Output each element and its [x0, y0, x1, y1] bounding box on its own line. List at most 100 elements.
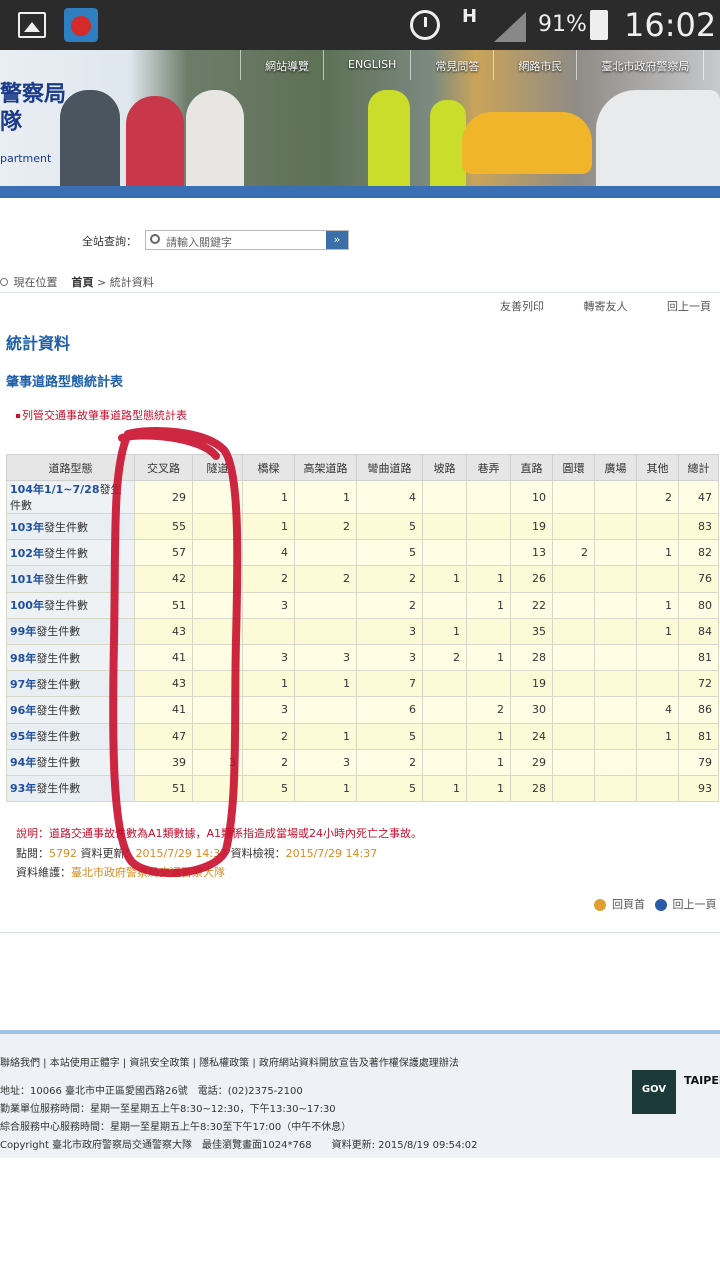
back-link[interactable]: 回上一頁 [667, 300, 711, 313]
year-link[interactable]: 94年 [10, 756, 36, 769]
statistics-link[interactable]: 列管交通事故肇事道路型態統計表 [16, 407, 187, 423]
table-cell [636, 748, 679, 776]
banner-photo-traffic-cop-2 [430, 100, 466, 186]
table-cell [552, 670, 595, 698]
table-cell: 1 [422, 617, 467, 645]
row-label-text: 發生件數 [36, 782, 81, 796]
table-cell: 2 [294, 512, 357, 541]
search-button[interactable]: » [326, 231, 348, 249]
nav-home[interactable]: 回首 [703, 50, 720, 80]
site-title-line2: 隊 [0, 110, 23, 135]
table-cell [552, 480, 595, 514]
table-cell: 2 [422, 643, 467, 672]
table-cell: 39 [134, 748, 193, 776]
year-link[interactable]: 104年1/1~7/28 [10, 483, 99, 496]
table-cell: 28 [510, 643, 553, 672]
table-cell [636, 512, 679, 541]
print-link[interactable]: 友善列印 [500, 300, 544, 313]
year-link[interactable]: 96年 [10, 704, 36, 717]
page-meta: 點閱：5792 資料更新：2015/7/29 14:37 資料檢視：2015/7… [16, 845, 377, 861]
checked-label: 資料檢視： [230, 847, 286, 860]
search-field[interactable]: 請輸入關鍵字 » [145, 230, 349, 250]
table-cell: 42 [134, 565, 193, 593]
row-label-text: 發生件數 [43, 599, 88, 613]
maintainer-unit[interactable]: 臺北市政府警察局交通警察大隊 [71, 866, 225, 879]
table-cell [636, 774, 679, 803]
table-cell: 1 [294, 722, 357, 750]
table-cell: 93 [678, 774, 719, 803]
table-cell: 1 [636, 539, 679, 567]
table-cell [636, 670, 679, 698]
table-cell: 2 [552, 539, 595, 567]
year-link[interactable]: 103年 [10, 521, 44, 534]
table-cell: 79 [678, 748, 719, 776]
footer-address: 地址：10066 臺北市中正區愛國西路26號 電話：(02)2375-2100 [0, 1086, 303, 1097]
table-cell: 2 [356, 565, 423, 593]
year-link[interactable]: 99年 [10, 625, 36, 638]
year-link[interactable]: 98年 [10, 652, 36, 665]
breadcrumb-home[interactable]: 首頁 [72, 276, 94, 289]
table-cell [422, 539, 467, 567]
table-cell [594, 591, 637, 619]
column-header: 巷弄 [466, 454, 511, 481]
table-cell [192, 512, 243, 541]
nav-faq[interactable]: 常見問答 [410, 50, 493, 80]
table-cell: 24 [510, 722, 553, 750]
table-cell [594, 539, 637, 567]
table-cell [594, 643, 637, 672]
column-header: 圓環 [552, 454, 595, 481]
search-input[interactable]: 請輸入關鍵字 [166, 234, 232, 250]
table-cell [552, 591, 595, 619]
table-cell: 13 [510, 539, 553, 567]
table-cell: 84 [678, 617, 719, 645]
table-cell [422, 670, 467, 698]
share-link[interactable]: 轉寄友人 [584, 300, 628, 313]
back-to-top-link[interactable]: 回頁首 [612, 898, 645, 911]
table-cell: 1 [466, 748, 511, 776]
table-cell: 7 [356, 670, 423, 698]
footer-copyright: Copyright 臺北市政府警察局交通警察大隊 最佳瀏覽畫面1024*768 … [0, 1140, 478, 1151]
table-row: 102年發生件數 57 4 5 13 2 1 82 [6, 539, 719, 567]
table-cell: 4 [356, 480, 423, 514]
back-page-link[interactable]: 回上一頁 [673, 898, 717, 911]
table-cell [552, 748, 595, 776]
breadcrumb: 現在位置 首頁 > 統計資料 [0, 274, 720, 290]
nav-sitemap[interactable]: 網站導覽 [240, 50, 323, 80]
footer-hours: 勤業單位服務時間：星期一至星期五上午8:30~12:30，下午13:30~17:… [0, 1104, 336, 1115]
taipei-logo[interactable]: TAIPEI [684, 1074, 720, 1087]
year-link[interactable]: 93年 [10, 782, 36, 795]
table-cell [422, 722, 467, 750]
table-cell [552, 722, 595, 750]
footer-links[interactable]: 聯絡我們 | 本站使用正體字 | 資訊安全政策 | 隱私權政策 | 政府網站資料… [0, 1054, 459, 1069]
row-label: 95年發生件數 [6, 722, 135, 750]
table-cell: 29 [134, 480, 193, 514]
table-cell: 3 [242, 643, 295, 672]
table-row: 98年發生件數 41 3 3 3 2 1 28 81 [6, 643, 719, 672]
table-cell [594, 774, 637, 803]
row-label: 99年發生件數 [6, 617, 135, 645]
row-label: 98年發生件數 [6, 643, 135, 672]
table-cell: 3 [294, 643, 357, 672]
table-cell [294, 591, 357, 619]
table-cell: 3 [242, 591, 295, 619]
bottom-nav: 回頁首 回上一頁 [594, 896, 717, 912]
gov-logo[interactable]: GOV [632, 1070, 676, 1114]
table-cell: 2 [294, 565, 357, 593]
year-link[interactable]: 100年 [10, 599, 44, 612]
nav-police-dept[interactable]: 臺北市政府警察局 [576, 50, 703, 80]
year-link[interactable]: 101年 [10, 573, 44, 586]
table-cell: 26 [510, 565, 553, 593]
year-link[interactable]: 97年 [10, 678, 36, 691]
nav-english[interactable]: ENGLISH [323, 50, 410, 80]
table-cell [552, 696, 595, 724]
year-link[interactable]: 95年 [10, 730, 36, 743]
page-title: 統計資料 [6, 334, 71, 353]
table-cell [594, 748, 637, 776]
column-header: 直路 [510, 454, 553, 481]
row-label: 104年1/1~7/28發生件數 [6, 480, 135, 514]
table-cell: 1 [294, 480, 357, 514]
column-header: 交叉路 [134, 454, 193, 481]
nav-citizen[interactable]: 網路市民 [493, 50, 576, 80]
table-cell: 5 [356, 512, 423, 541]
year-link[interactable]: 102年 [10, 547, 44, 560]
